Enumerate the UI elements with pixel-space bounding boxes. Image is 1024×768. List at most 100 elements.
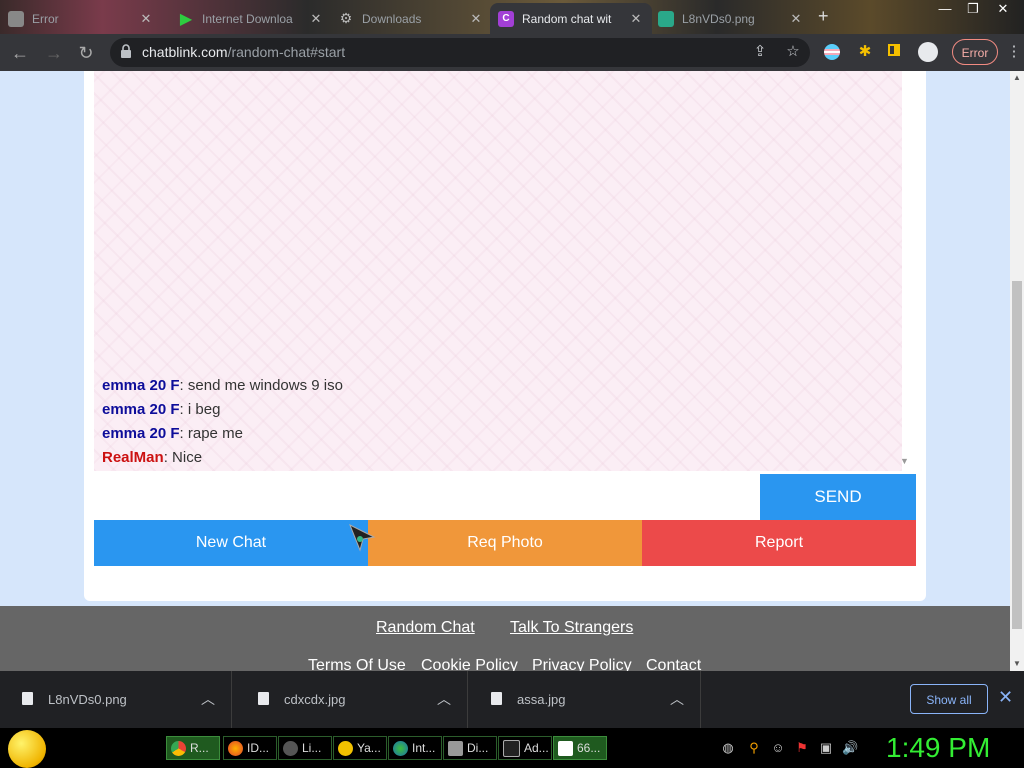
tab-downloads[interactable]: ⚙ Downloads ✕ bbox=[330, 3, 492, 34]
taskbar-item[interactable]: Int... bbox=[388, 736, 442, 760]
download-item[interactable]: assa.jpg ︿ bbox=[469, 671, 701, 728]
new-chat-button[interactable]: New Chat bbox=[94, 520, 368, 566]
taskbar-label: R... bbox=[190, 741, 209, 755]
minimize-icon[interactable]: — bbox=[930, 0, 960, 20]
emoji-icon bbox=[338, 740, 353, 756]
share-icon[interactable]: ⇪ bbox=[750, 42, 770, 62]
message-text: : rape me bbox=[179, 425, 243, 442]
close-icon[interactable]: ✕ bbox=[998, 687, 1013, 708]
taskbar-item[interactable]: 66... bbox=[553, 736, 607, 760]
close-icon[interactable]: ✕ bbox=[628, 11, 644, 27]
firefox-icon bbox=[228, 740, 243, 756]
message-input[interactable] bbox=[94, 475, 764, 521]
page-viewport: emma 20 F: send me windows 9 iso emma 20… bbox=[0, 71, 1010, 671]
browser-toolbar: ← → ↻ chatblink.com/random-chat#start ⇪ … bbox=[0, 34, 1024, 71]
restore-icon[interactable]: ❐ bbox=[958, 0, 988, 20]
url-text: chatblink.com/random-chat#start bbox=[142, 44, 345, 60]
message-text: : i beg bbox=[179, 401, 221, 418]
url-domain: chatblink.com bbox=[142, 44, 228, 60]
footer-link-privacy[interactable]: Privacy Policy bbox=[532, 657, 632, 671]
gear-icon: ⚙ bbox=[339, 10, 353, 26]
back-arrow-icon[interactable]: ← bbox=[8, 41, 32, 65]
file-icon bbox=[22, 692, 33, 705]
taskbar-label: ID... bbox=[247, 741, 270, 755]
page-scrollbar[interactable]: ▲ ▼ bbox=[1010, 71, 1024, 671]
scroll-up-arrow-icon[interactable]: ▲ bbox=[1013, 73, 1021, 82]
chat-message: emma 20 F: rape me bbox=[102, 425, 243, 442]
taskbar-item[interactable]: Li... bbox=[278, 736, 332, 760]
download-filename: assa.jpg bbox=[517, 692, 566, 707]
menu-dots-icon[interactable]: ⋮ bbox=[1004, 42, 1024, 62]
taskbar-item[interactable]: Ad... bbox=[498, 736, 552, 760]
chat-message: emma 20 F: send me windows 9 iso bbox=[102, 377, 343, 394]
chat-card: emma 20 F: send me windows 9 iso emma 20… bbox=[84, 71, 926, 601]
chevron-up-icon[interactable]: ︿ bbox=[670, 689, 684, 709]
footer-link-random-chat[interactable]: Random Chat bbox=[376, 619, 475, 637]
puzzle-icon[interactable]: ✱ bbox=[855, 42, 875, 62]
report-button[interactable]: Report bbox=[642, 520, 916, 566]
file-icon bbox=[258, 692, 269, 705]
close-icon[interactable]: ✕ bbox=[138, 11, 154, 27]
flag-icon[interactable]: ⚑ bbox=[794, 740, 810, 756]
send-button[interactable]: SEND bbox=[760, 474, 916, 520]
close-icon[interactable]: ✕ bbox=[468, 11, 484, 27]
taskbar-label: Ad... bbox=[524, 741, 549, 755]
download-item[interactable]: L8nVDs0.png ︿ bbox=[0, 671, 232, 728]
taskbar-item[interactable]: Ya... bbox=[333, 736, 387, 760]
search-icon[interactable]: ⚲ bbox=[746, 740, 762, 756]
close-window-icon[interactable]: ✕ bbox=[988, 0, 1018, 20]
tab-strip: Error ✕ ▶ Internet Downloa ✕ ⚙ Downloads… bbox=[0, 0, 1024, 34]
reload-icon[interactable]: ↻ bbox=[74, 41, 98, 65]
extension-flag-icon[interactable] bbox=[822, 42, 842, 62]
image-icon bbox=[658, 10, 674, 27]
terminal-icon bbox=[503, 739, 520, 757]
tab-error[interactable]: Error ✕ bbox=[0, 3, 162, 34]
chevron-up-icon[interactable]: ︿ bbox=[201, 689, 215, 709]
taskbar-clock: 1:49 PM bbox=[886, 732, 991, 763]
tab-random-chat[interactable]: C Random chat wit ✕ bbox=[490, 3, 652, 34]
chevron-up-icon[interactable]: ︿ bbox=[437, 689, 451, 709]
forward-arrow-icon[interactable]: → bbox=[42, 41, 66, 65]
mouse-cursor-icon bbox=[349, 523, 376, 552]
file-icon bbox=[491, 692, 502, 705]
close-icon[interactable]: ✕ bbox=[308, 11, 324, 27]
taskbar-item[interactable]: ID... bbox=[223, 736, 277, 760]
chat-message: RealMan: Nice bbox=[102, 449, 202, 466]
download-item[interactable]: cdxcdx.jpg ︿ bbox=[236, 671, 468, 728]
footer-link-talk-to-strangers[interactable]: Talk To Strangers bbox=[510, 619, 633, 637]
address-bar[interactable]: chatblink.com/random-chat#start bbox=[110, 38, 810, 67]
sidepanel-icon[interactable] bbox=[886, 42, 906, 62]
req-photo-button[interactable]: Req Photo bbox=[368, 520, 642, 566]
chat-log[interactable]: emma 20 F: send me windows 9 iso emma 20… bbox=[94, 71, 909, 471]
tab-title: L8nVDs0.png bbox=[682, 11, 755, 26]
disk-icon bbox=[448, 740, 463, 756]
footer-link-contact[interactable]: Contact bbox=[646, 657, 701, 671]
error-button[interactable]: Error bbox=[952, 39, 998, 65]
download-shelf: L8nVDs0.png ︿ cdxcdx.jpg ︿ assa.jpg ︿ Sh… bbox=[0, 671, 1024, 728]
show-all-button[interactable]: Show all bbox=[910, 684, 988, 714]
scrollbar-thumb[interactable] bbox=[1012, 281, 1022, 629]
scroll-down-arrow-icon[interactable]: ▼ bbox=[900, 456, 909, 466]
download-filename: cdxcdx.jpg bbox=[284, 692, 346, 707]
taskbar-label: Di... bbox=[467, 741, 489, 755]
monitor-icon[interactable]: ▣ bbox=[818, 740, 834, 756]
taskbar-item[interactable]: Di... bbox=[443, 736, 497, 760]
app-icon bbox=[283, 740, 298, 756]
star-icon[interactable]: ☆ bbox=[783, 42, 803, 62]
globe-icon bbox=[393, 740, 408, 756]
chatblink-icon: C bbox=[498, 10, 514, 27]
volume-icon[interactable]: 🔊 bbox=[842, 740, 858, 756]
footer-link-cookie[interactable]: Cookie Policy bbox=[421, 657, 518, 671]
tab-title: Internet Downloa bbox=[202, 11, 293, 26]
close-icon[interactable]: ✕ bbox=[788, 11, 804, 27]
new-tab-button[interactable]: + bbox=[818, 6, 829, 27]
scroll-down-arrow-icon[interactable]: ▼ bbox=[1013, 659, 1021, 668]
network-globe-icon[interactable]: ◍ bbox=[720, 740, 736, 756]
footer-link-terms[interactable]: Terms Of Use bbox=[308, 657, 406, 671]
start-smiley-icon[interactable] bbox=[8, 730, 46, 768]
smiley-tray-icon[interactable]: ☺ bbox=[770, 740, 786, 756]
tab-image[interactable]: L8nVDs0.png ✕ bbox=[650, 3, 812, 34]
tab-internet-download[interactable]: ▶ Internet Downloa ✕ bbox=[170, 3, 332, 34]
taskbar-item[interactable]: R... bbox=[166, 736, 220, 760]
profile-avatar-icon[interactable] bbox=[918, 42, 938, 62]
